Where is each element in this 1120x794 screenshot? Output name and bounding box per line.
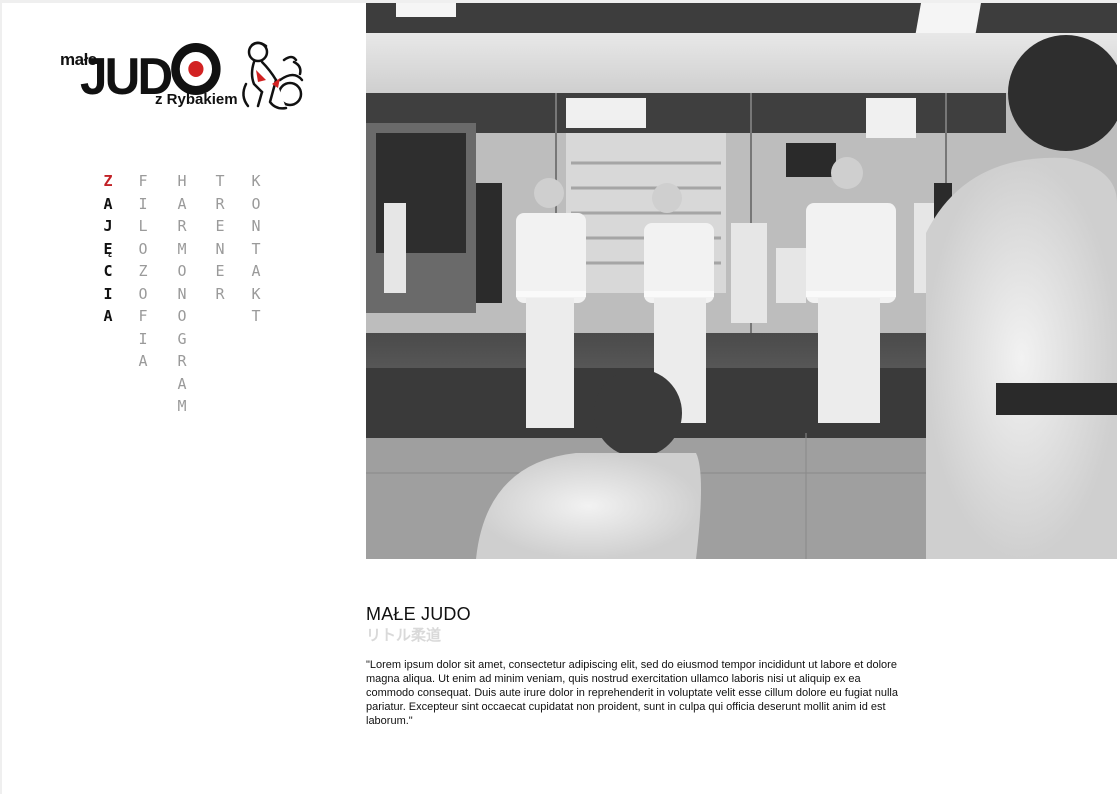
nav-letter: H [177,172,187,190]
nav-letter: I [138,194,148,213]
nav-letter: K [251,284,261,303]
nav-letter: A [138,352,148,370]
judo-class-photo [366,3,1117,559]
nav-letter: R [215,284,225,303]
nav-letter: Z [103,172,113,190]
nav-letter: N [215,239,225,258]
logo-red-circle [171,43,221,95]
nav-letter: F [138,172,148,190]
nav-letter: N [251,217,261,235]
nav-letter: M [177,397,187,415]
nav-letter: N [177,284,187,303]
nav-letter: O [177,262,187,280]
nav-letter: T [251,239,261,258]
nav-letter: R [177,352,187,370]
nav-letter: I [103,284,113,303]
nav-letter: O [251,194,261,213]
nav-letter: O [177,307,187,325]
nav-letter: Ę [103,239,113,258]
nav-letter: K [251,172,261,190]
logo-sub-text: z Rybakiem [155,91,238,108]
nav-letter: C [103,262,113,280]
nav-letter: E [215,217,225,235]
nav-letter: R [215,194,225,213]
logo[interactable]: małe JUD z Rybakiem [60,40,310,115]
nav-letter: T [251,307,261,325]
nav-letter: F [138,307,148,325]
nav-letter: G [177,329,187,348]
nav-letter: A [177,374,187,393]
nav-letter: I [138,329,148,348]
nav-letter: A [103,307,113,325]
nav-item-harmonogram[interactable]: HARMONOGRAM [174,170,190,418]
nav-letter: Z [138,262,148,280]
nav-letter: O [138,284,148,303]
nav-item-zajecia[interactable]: ZAJĘCIA [100,170,116,328]
nav-item-filozofia[interactable]: FILOZOFIA [135,170,151,373]
nav-item-kontakt[interactable]: KONTAKT [248,170,264,328]
nav-letter: M [177,239,187,258]
judo-figure-icon [242,41,304,110]
hero-photo [366,3,1117,559]
nav-letter: T [215,172,225,190]
nav-letter: J [103,217,113,235]
section-body: "Lorem ipsum dolor sit amet, consectetur… [366,659,898,727]
nav-letter: A [251,262,261,280]
section-title: MAŁE JUDO [366,604,471,624]
nav-item-trener[interactable]: TRENER [212,170,228,305]
nav-letter: A [103,194,113,213]
nav-letter: A [177,194,187,213]
nav-letter: L [138,217,148,235]
nav-letter: E [215,262,225,280]
section-subtitle-japanese: リトル柔道 [366,627,442,644]
nav-letter: O [138,239,148,258]
page-left-border [0,0,2,794]
nav-letter: R [177,217,187,235]
